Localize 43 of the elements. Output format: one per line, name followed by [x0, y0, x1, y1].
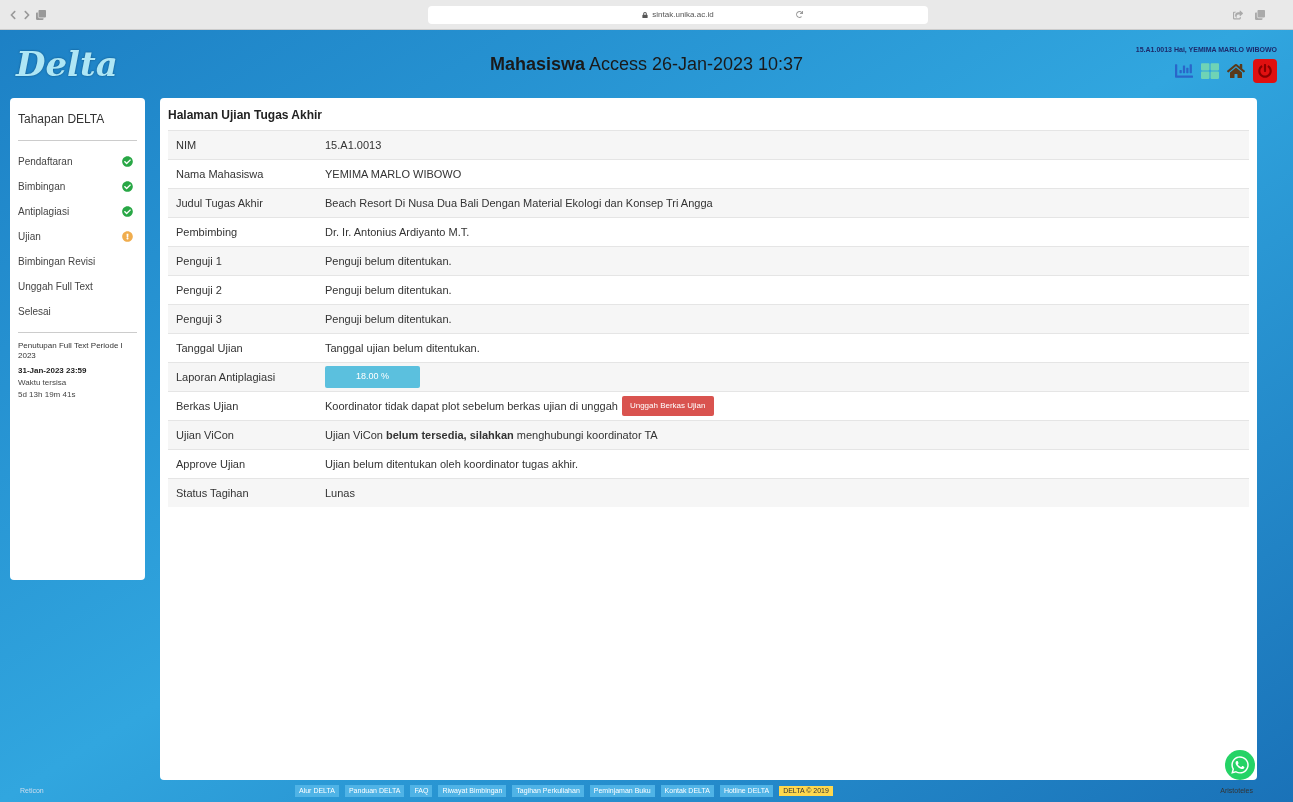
row-label: Penguji 3 — [175, 311, 223, 327]
sidebar-item[interactable]: Pendaftaran — [18, 149, 137, 174]
panel-title: Halaman Ujian Tugas Akhir — [168, 107, 324, 124]
logo: Delta — [16, 42, 119, 86]
row-label: Ujian ViCon — [175, 427, 235, 443]
row-value: Tanggal ujian belum ditentukan. — [325, 340, 480, 356]
row-label: Approve Ujian — [175, 456, 247, 472]
row-value: 15.A1.0013 — [325, 137, 382, 153]
upload-button[interactable]: Unggah Berkas Ujian — [621, 396, 714, 416]
row-label: Status Tagihan — [175, 485, 250, 501]
row-value: Penguji belum ditentukan. — [325, 282, 452, 298]
row-value: Dr. Ir. Antonius Ardiyanto M.T. — [325, 224, 470, 240]
row-label: Laporan Antiplagiasi — [175, 369, 277, 385]
row-label: Penguji 1 — [175, 253, 223, 269]
sidebar-item[interactable]: Unggah Full Text — [18, 274, 137, 299]
sidebar-item[interactable]: Bimbingan Revisi — [18, 249, 137, 274]
sidebar-item[interactable]: Selesai — [18, 299, 137, 324]
row-label: Nama Mahasiswa — [175, 166, 265, 182]
row-value: YEMIMA MARLO WIBOWO — [325, 166, 462, 182]
row-label: Tanggal Ujian — [175, 340, 244, 356]
row-value: Koordinator tidak dapat plot sebelum berkas ujian di unggah — [325, 398, 618, 414]
remaining-time: 5d 13h 19m 41s — [18, 389, 77, 401]
sidebar-title: Tahapan DELTA — [18, 111, 106, 128]
sidebar-item[interactable]: Antiplagiasi — [18, 199, 137, 224]
row-label: Pembimbing — [175, 224, 239, 240]
row-label: Berkas Ujian — [175, 398, 240, 414]
antiplagiarism-badge[interactable]: 18.00 % — [325, 366, 420, 388]
sidebar-item[interactable]: Bimbingan — [18, 174, 137, 199]
sidebar-item[interactable]: Ujian — [18, 224, 137, 249]
row-value: Ujian belum ditentukan oleh koordinator tugas akhir. — [325, 456, 579, 472]
deadline-title: Penutupan Full Text Periode I 2023 — [18, 341, 124, 361]
remaining-label: Waktu tersisa — [18, 377, 68, 389]
deadline-date: 31-Jan-2023 23:59 — [18, 365, 88, 377]
row-value: Penguji belum ditentukan. — [325, 311, 452, 327]
header-title: Mahasiswa Access 26-Jan-2023 10:37 — [488, 52, 805, 76]
row-value: Lunas — [325, 485, 355, 501]
row-label: Penguji 2 — [175, 282, 223, 298]
row-value: Beach Resort Di Nusa Dua Bali Dengan Material Ekologi dan Konsep Tri Angga — [325, 195, 713, 211]
row-label: NIM — [175, 137, 198, 153]
row-label: Judul Tugas Akhir — [175, 195, 264, 211]
address-bar[interactable]: sintak.unika.ac.id — [428, 5, 928, 24]
row-value: Ujian ViCon belum tersedia, silahkan menghubungi koordinator TA — [325, 427, 658, 443]
row-value: Penguji belum ditentukan. — [325, 253, 452, 269]
